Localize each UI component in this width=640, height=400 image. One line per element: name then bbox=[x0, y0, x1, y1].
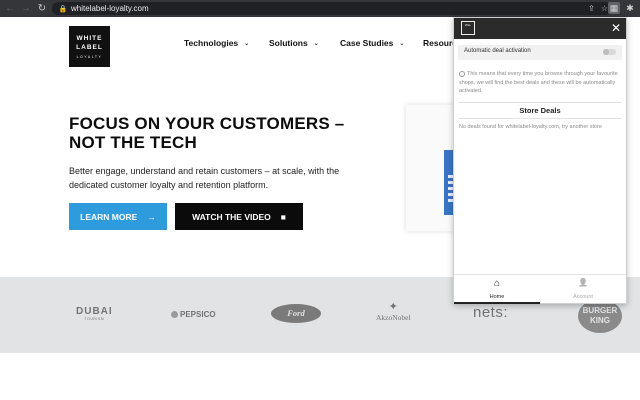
pepsico-logo: PEPSICO bbox=[171, 310, 216, 319]
auto-deal-activation-row: Automatic deal activation bbox=[458, 45, 622, 60]
browser-toolbar: ← → ↻ 🔒 whitelabel-loyalty.com ⇪ ☆ ▦ ✱ bbox=[0, 0, 640, 17]
extension-wll-icon[interactable]: ▦ bbox=[608, 2, 620, 14]
chevron-down-icon: ⌄ bbox=[244, 40, 250, 47]
no-deals-message: No deals found for whitelabel-loyalty.co… bbox=[459, 124, 602, 130]
ford-logo: Ford bbox=[271, 304, 321, 323]
auto-deal-activation-toggle[interactable] bbox=[603, 49, 616, 55]
nav-solutions[interactable]: Solutions ⌄ bbox=[269, 37, 340, 49]
video-camera-icon: ■ bbox=[280, 211, 286, 222]
learn-more-button[interactable]: LEARN MORE → bbox=[69, 203, 167, 230]
chevron-down-icon: ⌄ bbox=[399, 40, 405, 47]
store-deals-title: Store Deals bbox=[519, 106, 561, 115]
close-icon[interactable]: ✕ bbox=[611, 21, 621, 35]
home-icon: ⌂ bbox=[493, 278, 501, 289]
main-navigation: Technologies ⌄ Solutions ⌄ Case Studies ⌄ R… bbox=[184, 37, 462, 49]
nav-technologies[interactable]: Technologies ⌄ bbox=[184, 37, 269, 49]
arrow-right-icon: → bbox=[147, 211, 156, 222]
info-message: i This means that every time you browse t… bbox=[459, 70, 618, 94]
toggle-knob bbox=[603, 49, 609, 55]
popup-footer-tabs: ⌂ Home 👤 Account bbox=[454, 274, 626, 304]
hero-illustration bbox=[406, 105, 458, 231]
hero-title: FOCUS ON YOUR CUSTOMERS – NOT THE TECH bbox=[69, 114, 345, 152]
akzonobel-mark-icon: ✦ bbox=[388, 301, 398, 313]
lock-icon: 🔒 bbox=[58, 5, 68, 13]
akzonobel-logo: ✦ AkzoNobel bbox=[376, 301, 411, 322]
burger-king-logo: BURGER KING bbox=[578, 299, 622, 333]
url-text[interactable]: whitelabel-loyalty.com bbox=[71, 4, 149, 13]
extension-popup: WLL ✕ Automatic deal activation i This me… bbox=[453, 17, 627, 304]
tab-home[interactable]: ⌂ Home bbox=[454, 275, 540, 304]
divider bbox=[458, 118, 622, 119]
forward-icon[interactable]: → bbox=[20, 3, 32, 15]
auto-deal-activation-label: Automatic deal activation bbox=[464, 48, 531, 54]
bookmark-star-icon[interactable]: ☆ bbox=[601, 4, 608, 13]
tab-account[interactable]: 👤 Account bbox=[540, 275, 626, 304]
chevron-down-icon: ⌄ bbox=[313, 40, 319, 47]
extensions-puzzle-icon[interactable]: ✱ bbox=[624, 2, 636, 14]
pepsi-globe-icon bbox=[171, 311, 178, 318]
nets-logo: nets: bbox=[473, 304, 509, 321]
hero-subtitle: Better engage, understand and retain cus… bbox=[69, 166, 340, 190]
popup-header: WLL ✕ bbox=[454, 18, 626, 39]
address-bar[interactable]: 🔒 whitelabel-loyalty.com ⇪ ☆ bbox=[52, 2, 612, 15]
back-icon[interactable]: ← bbox=[4, 3, 16, 15]
nav-case-studies[interactable]: Case Studies ⌄ bbox=[340, 37, 423, 49]
user-icon: 👤 bbox=[578, 278, 588, 287]
reload-icon[interactable]: ↻ bbox=[36, 3, 48, 15]
site-logo[interactable]: WHITE LABEL LOYALTY bbox=[69, 26, 110, 67]
watch-video-button[interactable]: WATCH THE VIDEO ■ bbox=[175, 203, 303, 230]
dubai-logo: DUBAI TOURISM bbox=[76, 306, 113, 321]
divider bbox=[458, 102, 622, 103]
info-icon: i bbox=[459, 70, 465, 77]
popup-logo: WLL bbox=[461, 21, 475, 35]
share-icon[interactable]: ⇪ bbox=[588, 4, 595, 13]
